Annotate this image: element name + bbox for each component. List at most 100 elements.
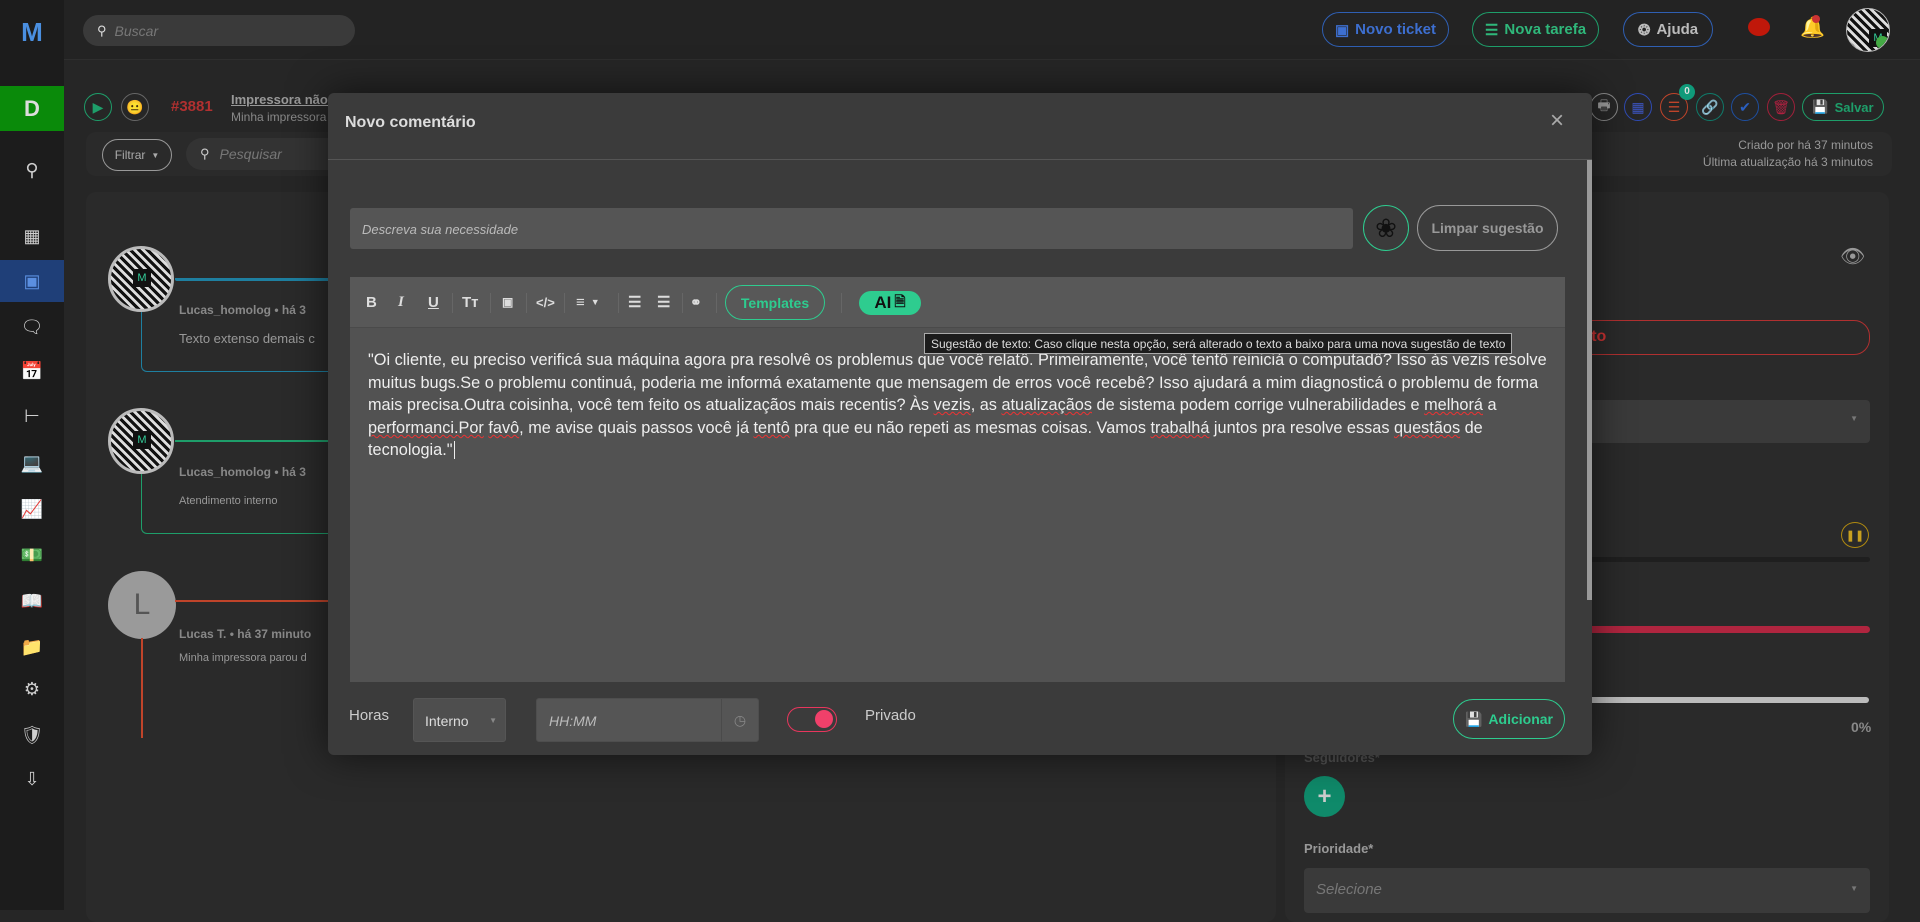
caret-down-icon: ▼ xyxy=(1850,414,1858,423)
chat-icon[interactable] xyxy=(1748,18,1770,36)
floppy-icon: 💾 xyxy=(1812,99,1829,114)
misspelled-word: trabalhá xyxy=(1150,418,1210,437)
delete-button[interactable]: 🗑 xyxy=(1767,93,1795,121)
app-logo[interactable]: M xyxy=(14,19,50,45)
comment-line xyxy=(141,638,143,738)
toggle-knob xyxy=(815,710,833,728)
templates-button[interactable]: Templates xyxy=(725,285,825,320)
chat-icon[interactable]: 🗨 xyxy=(0,307,64,347)
new-comment-modal: Novo comentário × Descreva sua necessida… xyxy=(328,93,1592,755)
document-icon: 🗎 xyxy=(894,293,906,309)
comment-time: há 37 minuto xyxy=(237,627,312,641)
toolbar-separator xyxy=(526,293,527,313)
folder-icon[interactable]: 📁 xyxy=(0,627,64,667)
text-segment: de sistema podem corrige vulnerabilidade… xyxy=(1091,396,1425,415)
hours-type-select[interactable]: Interno ▼ xyxy=(413,698,506,742)
print-button[interactable]: 🖶 xyxy=(1590,93,1618,121)
calendar-button[interactable]: ▦ xyxy=(1624,93,1652,121)
scrollbar[interactable] xyxy=(1587,160,1592,600)
close-icon[interactable]: × xyxy=(1550,107,1564,135)
search-icon[interactable]: ⚲ xyxy=(0,150,64,190)
priority-label: Prioridade* xyxy=(1304,841,1374,856)
search-input[interactable]: ⚲ Buscar xyxy=(83,15,355,46)
check-button[interactable]: ✔ xyxy=(1731,93,1759,121)
comment-avatar xyxy=(108,408,174,474)
underline-button[interactable]: U xyxy=(428,277,439,327)
shield-icon[interactable]: 🛡 xyxy=(0,715,64,755)
updated-info: Última atualização há 3 minutos xyxy=(1702,155,1873,169)
caret-down-icon: ▼ xyxy=(151,150,160,160)
editor-content[interactable]: "Oi cliente, eu preciso verificá sua máq… xyxy=(368,349,1551,462)
calendar-icon[interactable]: 📅 xyxy=(0,351,64,391)
bell-icon[interactable]: 🔔 xyxy=(1800,15,1825,40)
openai-button[interactable]: ❀ xyxy=(1363,205,1409,251)
eye-icon[interactable]: 👁 xyxy=(1840,244,1865,269)
image-icon[interactable]: ▣ xyxy=(502,277,513,327)
ticket-icon[interactable]: ▣ xyxy=(0,260,64,302)
lifebuoy-icon: ❂ xyxy=(1637,21,1651,39)
link-icon[interactable]: ⚭ xyxy=(690,277,702,327)
new-ticket-label: Novo ticket xyxy=(1355,21,1437,38)
save-button[interactable]: 💾 Salvar xyxy=(1802,93,1884,121)
modal-title: Novo comentário xyxy=(345,114,476,131)
link-button[interactable]: 🔗 xyxy=(1696,93,1724,121)
private-label: Privado xyxy=(865,707,916,724)
time-input[interactable]: HH:MM ◷ xyxy=(536,698,759,742)
workspace-badge[interactable]: D xyxy=(0,86,64,131)
play-button[interactable]: ▶ xyxy=(84,93,112,121)
ai-prompt-input[interactable]: Descreva sua necessidade xyxy=(350,208,1353,249)
align-dropdown[interactable]: ≡ ▼ xyxy=(576,277,600,327)
user-avatar[interactable] xyxy=(1846,8,1890,52)
italic-button[interactable]: I xyxy=(398,277,404,327)
priority-placeholder: Selecione xyxy=(1316,881,1382,898)
download-icon[interactable]: ⇩ xyxy=(0,759,64,799)
chart-icon[interactable]: 📈 xyxy=(0,489,64,529)
comment-avatar xyxy=(108,246,174,312)
comment-text: Minha impressora parou d xyxy=(179,652,307,664)
clear-suggestion-button[interactable]: Limpar sugestão xyxy=(1417,205,1558,251)
comment-avatar: L xyxy=(108,571,176,639)
created-info: Criado por há 37 minutos xyxy=(1738,138,1873,152)
add-comment-button[interactable]: 💾 Adicionar xyxy=(1453,699,1565,739)
ordered-list-icon[interactable]: ☰ xyxy=(628,277,641,327)
tasks-button[interactable]: ☰ 0 xyxy=(1660,84,1695,121)
filter-button[interactable]: Filtrar ▼ xyxy=(102,139,172,171)
ticket-title[interactable]: Impressora não i xyxy=(231,92,335,107)
comment-time: há 3 xyxy=(281,465,306,479)
templates-label: Templates xyxy=(740,294,810,311)
bullet-list-icon[interactable]: ☰ xyxy=(657,277,670,327)
caret-down-icon: ▼ xyxy=(489,716,497,725)
misspelled-word: favô xyxy=(488,418,520,437)
devices-icon[interactable]: 💻 xyxy=(0,443,64,483)
text-size-icon[interactable]: Tᴛ xyxy=(462,277,479,327)
text-segment: , me avise quais passos você já xyxy=(519,418,754,437)
help-label: Ajuda xyxy=(1656,21,1699,38)
ticket-search-input[interactable]: ⚲ Pesquisar xyxy=(186,138,346,170)
pause-button[interactable]: ❚❚ xyxy=(1841,522,1869,548)
satisfaction-face-icon[interactable]: 😐 xyxy=(121,93,149,121)
dashboard-icon[interactable]: ▦ xyxy=(0,216,64,256)
gear-icon[interactable]: ⚙ xyxy=(0,669,64,709)
help-button[interactable]: ❂ Ajuda xyxy=(1623,12,1713,47)
money-icon[interactable]: 💵 xyxy=(0,535,64,575)
private-toggle[interactable] xyxy=(787,707,837,732)
misspelled-word: performanci.Por xyxy=(368,418,484,437)
ticket-number: #3881 xyxy=(171,98,213,115)
ticket-icon: ▣ xyxy=(1334,21,1350,39)
bold-button[interactable]: B xyxy=(366,277,377,327)
add-label: Adicionar xyxy=(1488,711,1553,727)
comment-line xyxy=(175,600,335,602)
new-task-label: Nova tarefa xyxy=(1504,21,1587,38)
sidebar: M D ⚲ ▦ ▣ 🗨 📅 ⊢ 💻 📈 💵 📖 📁 ⚙ 🛡 ⇩ xyxy=(0,0,64,910)
new-task-button[interactable]: ☰ Nova tarefa xyxy=(1472,12,1599,47)
new-ticket-button[interactable]: ▣ Novo ticket xyxy=(1322,12,1449,47)
hierarchy-icon[interactable]: ⊢ xyxy=(0,396,64,436)
add-follower-button[interactable]: + xyxy=(1304,776,1345,817)
code-icon[interactable]: </> xyxy=(536,277,555,327)
priority-select[interactable]: Selecione ▼ xyxy=(1304,868,1870,913)
misspelled-word: tentô xyxy=(753,418,790,437)
comment-author: Lucas T. xyxy=(179,627,227,641)
book-icon[interactable]: 📖 xyxy=(0,581,64,621)
ai-suggestion-button[interactable]: AI 🗎 xyxy=(859,291,921,315)
clock-icon[interactable]: ◷ xyxy=(721,699,758,741)
